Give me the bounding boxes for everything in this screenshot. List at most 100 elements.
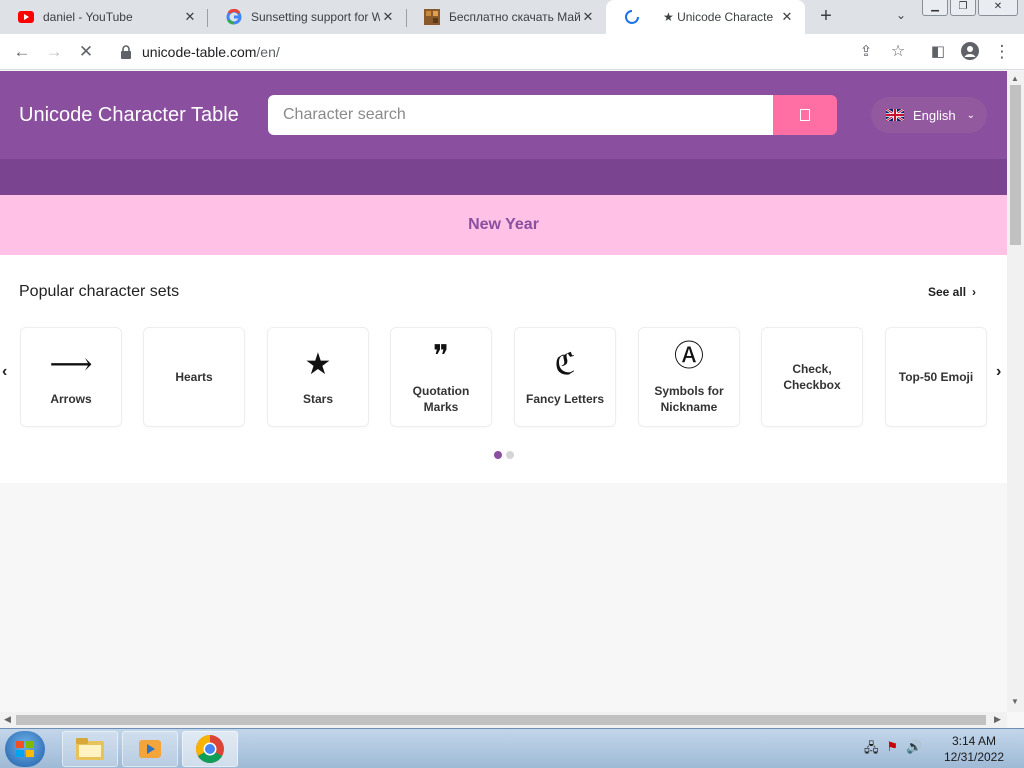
secondary-nav-bar bbox=[0, 159, 1007, 195]
set-card-top-50-emoji[interactable]: Top-50 Emoji bbox=[885, 327, 987, 427]
set-card-quotation-marks[interactable]: ❞ Quotation Marks bbox=[390, 327, 492, 427]
network-icon[interactable]: 🖧 bbox=[864, 739, 879, 761]
share-icon[interactable]: ⇪ bbox=[856, 42, 876, 62]
horizontal-scroll-thumb[interactable] bbox=[16, 715, 986, 725]
search-form bbox=[268, 95, 837, 135]
tab-minecraft[interactable]: Бесплатно скачать Майн ✕ bbox=[406, 0, 606, 34]
set-card-stars[interactable]: ★ Stars bbox=[267, 327, 369, 427]
language-label: English bbox=[913, 107, 956, 123]
address-bar[interactable]: unicode-table.com/en/ bbox=[108, 38, 888, 66]
set-card-fancy-letters[interactable]: ℭ Fancy Letters bbox=[514, 327, 616, 427]
youtube-icon bbox=[18, 9, 34, 25]
url-text: unicode-table.com/en/ bbox=[142, 44, 280, 60]
set-card-arrows[interactable]: ⟶ Arrows bbox=[20, 327, 122, 427]
card-label: Symbols for Nickname bbox=[654, 384, 724, 414]
close-tab-icon[interactable]: ✕ bbox=[779, 9, 795, 25]
clock-time: 3:14 AM bbox=[951, 734, 997, 748]
restore-icon[interactable]: ❐ bbox=[950, 0, 976, 16]
quote-glyph-icon: ❞ bbox=[432, 339, 450, 374]
set-card-symbols-for-nickname[interactable]: Ⓐ Symbols for Nickname bbox=[638, 327, 740, 427]
system-clock[interactable]: 3:14 AM 12/31/2022 bbox=[928, 733, 1020, 765]
scroll-right-icon[interactable]: ▶ bbox=[994, 714, 1001, 725]
volume-icon[interactable]: 🔊 bbox=[906, 739, 922, 761]
arrow-glyph-icon: ⟶ bbox=[49, 347, 93, 382]
card-label: Hearts bbox=[175, 370, 213, 384]
carousel-pager bbox=[494, 451, 514, 459]
see-all-label: See all bbox=[928, 285, 967, 299]
windows-taskbar: 🖧 ⚑ 🔊 3:14 AM 12/31/2022 bbox=[0, 728, 1024, 768]
bookmark-star-icon[interactable]: ☆ bbox=[888, 42, 908, 62]
vertical-scroll-thumb[interactable] bbox=[1010, 85, 1021, 245]
close-tab-icon[interactable]: ✕ bbox=[182, 9, 198, 25]
chevron-down-icon: ⌄ bbox=[966, 109, 976, 121]
stop-loading-icon[interactable]: ✕ bbox=[76, 42, 96, 62]
scroll-left-icon[interactable]: ◀ bbox=[4, 714, 11, 725]
vertical-scrollbar[interactable]: ▲ ▼ bbox=[1007, 71, 1024, 712]
close-tab-icon[interactable]: ✕ bbox=[380, 9, 396, 25]
tab-title: Бесплатно скачать Майн bbox=[449, 10, 580, 24]
card-label: Top-50 Emoji bbox=[898, 370, 974, 384]
close-tab-icon[interactable]: ✕ bbox=[580, 9, 596, 25]
pager-dot[interactable] bbox=[506, 451, 514, 459]
chevron-right-icon: › bbox=[972, 285, 977, 299]
tab-search-chevron-icon[interactable]: ⌄ bbox=[896, 8, 906, 22]
card-label: Check, Checkbox bbox=[783, 362, 841, 392]
profile-avatar-icon[interactable] bbox=[960, 42, 980, 62]
action-center-flag-icon[interactable]: ⚑ bbox=[887, 739, 899, 761]
horizontal-scrollbar[interactable]: ◀ ▶ bbox=[0, 712, 1007, 728]
loading-spinner-icon bbox=[624, 9, 640, 25]
character-search-input[interactable] bbox=[268, 95, 773, 135]
banner-text: New Year bbox=[468, 216, 539, 233]
search-button[interactable] bbox=[773, 95, 837, 135]
minimize-icon[interactable]: ▁ bbox=[922, 0, 948, 16]
tab-title: Sunsetting support for W bbox=[251, 10, 380, 24]
window-controls: ▁ ❐ ✕ bbox=[922, 0, 1018, 16]
back-icon[interactable]: ← bbox=[12, 42, 32, 62]
tab-title: ★ Unicode Characte bbox=[663, 10, 774, 24]
popular-sets-section: Popular character sets See all › ‹ ⟶ Arro… bbox=[0, 255, 1007, 483]
uk-flag-icon bbox=[886, 109, 904, 121]
card-label: Arrows bbox=[50, 392, 92, 406]
tab-unicode-active[interactable]: ★ Unicode Characte ✕ bbox=[606, 0, 805, 34]
folder-icon bbox=[76, 738, 104, 760]
taskbar-explorer[interactable] bbox=[62, 731, 118, 767]
close-window-icon[interactable]: ✕ bbox=[978, 0, 1018, 16]
windows-logo-icon bbox=[16, 741, 34, 757]
pager-dot-active[interactable] bbox=[494, 451, 502, 459]
site-header: Unicode Character Table English ⌄ bbox=[0, 71, 1007, 159]
carousel-prev-icon[interactable]: ‹ bbox=[2, 363, 7, 381]
side-panel-icon[interactable]: ◧ bbox=[928, 42, 948, 62]
language-selector[interactable]: English ⌄ bbox=[871, 97, 987, 133]
carousel-next-icon[interactable]: › bbox=[996, 363, 1001, 381]
see-all-link[interactable]: See all › bbox=[928, 285, 976, 299]
system-tray: 🖧 ⚑ 🔊 bbox=[864, 739, 922, 761]
taskbar-media-player[interactable] bbox=[122, 731, 178, 767]
taskbar-chrome[interactable] bbox=[182, 731, 238, 767]
start-button[interactable] bbox=[5, 731, 45, 767]
set-card-check-checkbox[interactable]: Check, Checkbox bbox=[761, 327, 863, 427]
card-label: Quotation Marks bbox=[412, 384, 470, 414]
menu-kebab-icon[interactable]: ⋮ bbox=[992, 42, 1012, 62]
tab-strip: daniel - YouTube ✕ Sunsetting support fo… bbox=[0, 0, 1024, 34]
search-icon bbox=[800, 109, 810, 121]
new-tab-button[interactable]: + bbox=[815, 6, 837, 28]
circled-letter-glyph-icon: Ⓐ bbox=[674, 339, 704, 374]
holiday-banner[interactable]: New Year bbox=[0, 195, 1007, 255]
site-logo-title[interactable]: Unicode Character Table bbox=[19, 104, 239, 127]
tab-youtube[interactable]: daniel - YouTube ✕ bbox=[0, 0, 208, 34]
scroll-down-icon[interactable]: ▼ bbox=[1011, 697, 1019, 706]
set-card-hearts[interactable]: Hearts bbox=[143, 327, 245, 427]
lock-icon bbox=[121, 45, 131, 59]
tab-google[interactable]: Sunsetting support for W ✕ bbox=[208, 0, 406, 34]
google-icon bbox=[226, 9, 242, 25]
forward-icon[interactable]: → bbox=[44, 42, 64, 62]
scroll-up-icon[interactable]: ▲ bbox=[1011, 74, 1019, 83]
browser-toolbar: ← → ✕ unicode-table.com/en/ ⇪ ☆ ◧ ⋮ bbox=[0, 34, 1024, 70]
card-label: Fancy Letters bbox=[525, 392, 605, 406]
star-glyph-icon: ★ bbox=[304, 347, 332, 382]
section-title: Popular character sets bbox=[19, 283, 180, 300]
minecraft-icon bbox=[424, 9, 440, 25]
tab-title: daniel - YouTube bbox=[43, 10, 133, 24]
media-player-icon bbox=[139, 740, 161, 758]
chrome-icon bbox=[196, 735, 224, 763]
